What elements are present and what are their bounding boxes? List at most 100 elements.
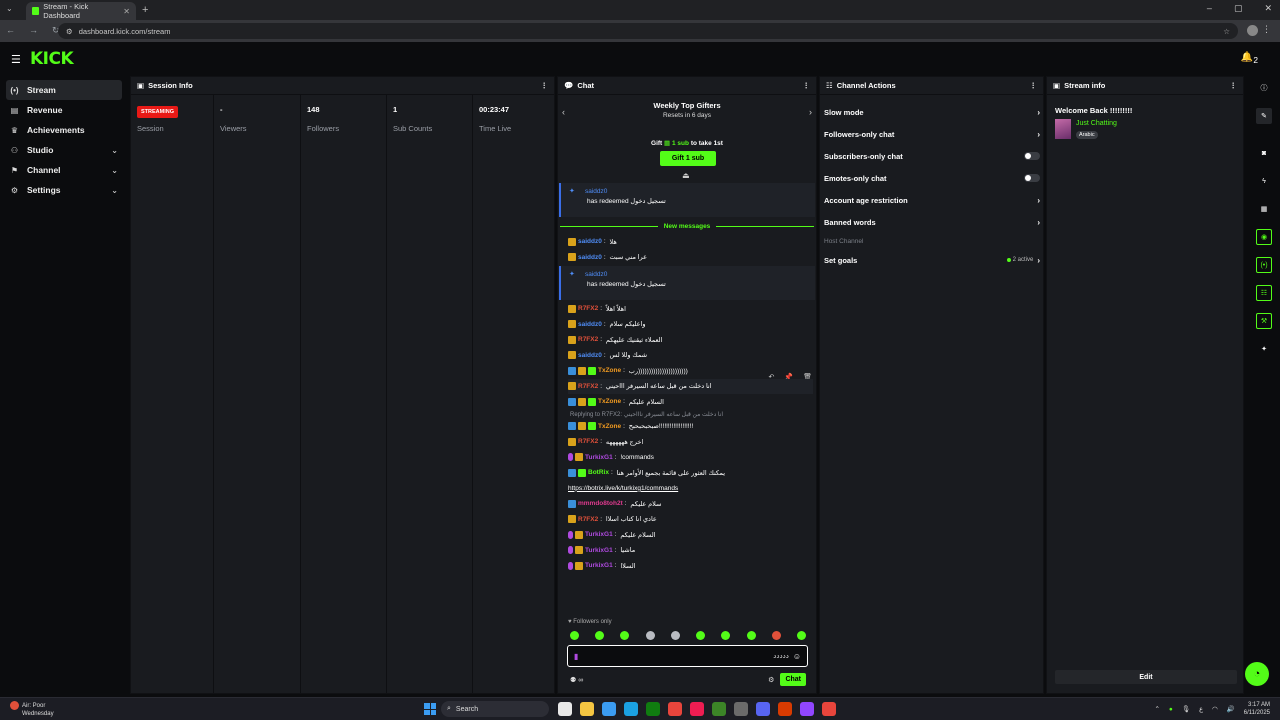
chat-message[interactable]: TxZone: صبحبحبحبح!!!!!!!!!!!!!!!!!!! xyxy=(568,419,813,435)
reply-context[interactable]: Replying to R7FX2: انا دخلت من قبل ساعه … xyxy=(568,410,813,419)
chat-username[interactable]: TurkixG1 xyxy=(585,547,613,554)
gift-sub-button[interactable]: Gift 1 sub xyxy=(660,151,716,166)
store-icon[interactable] xyxy=(602,702,616,716)
sidebar-item-achievements[interactable]: ♛ Achievements xyxy=(6,120,122,140)
sidebar-item-channel[interactable]: ⚑ Channel ⌄ xyxy=(6,160,122,180)
action-account-age[interactable]: Account age restriction › xyxy=(824,193,1040,207)
chat-username[interactable]: saiddz0 xyxy=(578,321,602,328)
chat-message[interactable]: BotRix: يمكنك العثور على قائمة بجميع الأ… xyxy=(568,465,813,481)
bookmark-star-icon[interactable]: ☆ xyxy=(1223,27,1230,36)
chat-username[interactable]: TurkixG1 xyxy=(585,562,613,569)
chat-message[interactable]: saiddz0: واعليكم سلام xyxy=(568,317,813,333)
emote-icon[interactable] xyxy=(696,631,706,640)
discord-icon[interactable] xyxy=(756,702,770,716)
forward-icon[interactable]: → xyxy=(29,25,38,36)
notifications-icon[interactable]: 🔔2 xyxy=(1241,52,1258,65)
kebab-menu-icon[interactable]: ⋮ xyxy=(541,81,549,90)
chat-message[interactable]: TxZone: رب))))))))))))))))))))))) xyxy=(568,363,813,379)
maximize-icon[interactable]: ▢ xyxy=(1234,3,1243,14)
stream-category[interactable]: Just Chatting xyxy=(1076,120,1117,127)
chat-message[interactable]: mmmdo8toh2t: سلام عليكم xyxy=(568,496,813,512)
chat-input[interactable]: ▮ ددددد ☺ xyxy=(567,645,808,667)
task-view-icon[interactable] xyxy=(558,702,572,716)
chevron-down-icon[interactable]: ⌄ xyxy=(111,146,118,155)
wrench-icon[interactable]: ⚒ xyxy=(1256,313,1272,329)
kebab-menu-icon[interactable]: ⋮ xyxy=(803,81,811,90)
lightning-icon[interactable]: ϟ xyxy=(1256,173,1272,189)
chat-username[interactable]: mmmdo8toh2t xyxy=(578,500,623,507)
chat-send-button[interactable]: Chat xyxy=(780,673,806,686)
chevron-down-icon[interactable]: ⌄ xyxy=(111,186,118,195)
chat-message[interactable]: saiddz0: هلا xyxy=(568,234,813,250)
sidebar-item-revenue[interactable]: ▤ Revenue xyxy=(6,100,122,120)
emote-icon[interactable] xyxy=(645,631,655,640)
chat-username[interactable]: BotRix xyxy=(588,469,609,476)
hamburger-menu-icon[interactable]: ☰ xyxy=(11,53,21,66)
redeem-user[interactable]: saiddz0 xyxy=(571,188,807,195)
emote-icon[interactable] xyxy=(796,631,806,640)
url-input[interactable]: ⚙ dashboard.kick.com/stream ☆ xyxy=(58,23,1238,39)
keyboard-language[interactable]: ع xyxy=(1199,705,1203,713)
new-tab-icon[interactable]: + xyxy=(142,4,148,16)
windows-start-icon[interactable] xyxy=(424,703,436,715)
info-icon[interactable]: ⓘ xyxy=(1256,80,1272,96)
taskbar-search[interactable]: ⌕ Search xyxy=(441,701,549,717)
close-window-icon[interactable]: ✕ xyxy=(1264,3,1272,14)
emote-icon[interactable] xyxy=(746,631,756,640)
chat-message[interactable]: R7FX2: عادي انا كتاب اسلاا xyxy=(568,512,813,528)
xbox-icon[interactable] xyxy=(646,702,660,716)
chat-username[interactable]: saiddz0 xyxy=(578,254,602,261)
chat-username[interactable]: TxZone xyxy=(598,367,621,374)
gift-icon[interactable]: ▦ xyxy=(1256,201,1272,217)
app-icon[interactable] xyxy=(778,702,792,716)
kebab-menu-icon[interactable]: ⋮ xyxy=(1230,81,1238,90)
chat-message[interactable]: saiddz0: شمك وللا لس xyxy=(568,348,813,364)
chevron-down-icon[interactable]: ⌄ xyxy=(111,166,118,175)
botrix-link[interactable]: https://botrix.live/k/turkixg1/commands xyxy=(568,485,678,492)
file-explorer-icon[interactable] xyxy=(580,702,594,716)
chat-username[interactable]: TurkixG1 xyxy=(585,531,613,538)
chat-message[interactable]: R7FX2: اخرج ههههههه xyxy=(568,434,813,450)
site-info-icon[interactable]: ⚙ xyxy=(66,27,73,36)
chat-username[interactable]: saiddz0 xyxy=(578,238,602,245)
browser-tab[interactable]: Stream - Kick Dashboard ✕ xyxy=(26,2,136,20)
tray-app-icon[interactable]: ● xyxy=(1169,706,1173,713)
emote-icon[interactable] xyxy=(771,631,781,640)
chat-message[interactable]: saiddz0: عرا مني سبت xyxy=(568,250,813,266)
tiktok-icon[interactable] xyxy=(690,702,704,716)
edge-icon[interactable] xyxy=(624,702,638,716)
emoji-icon[interactable]: ☺ xyxy=(793,652,801,661)
chat-message[interactable]: R7FX2: اهلاً اهلاً xyxy=(568,301,813,317)
clock[interactable]: 3:17 AM 6/11/2025 xyxy=(1244,701,1270,717)
chat-username[interactable]: R7FX2 xyxy=(578,383,598,390)
edit-stream-info-button[interactable]: Edit xyxy=(1055,670,1237,684)
chat-username[interactable]: saiddz0 xyxy=(578,352,602,359)
chat-username[interactable]: R7FX2 xyxy=(578,336,598,343)
chat-username[interactable]: TxZone xyxy=(598,423,621,430)
broadcast-icon[interactable]: (•) xyxy=(1256,257,1272,273)
list-icon[interactable]: ☷ xyxy=(1256,285,1272,301)
chat-username[interactable]: TurkixG1 xyxy=(585,454,613,461)
browser-menu-icon[interactable]: ⋮ xyxy=(1262,24,1271,35)
emote-icon[interactable] xyxy=(670,631,680,640)
chat-message[interactable]: TurkixG1: السلاا xyxy=(568,558,813,574)
action-set-goals[interactable]: Set goals 2 active › xyxy=(824,253,1040,267)
action-followers-only[interactable]: Followers-only chat › xyxy=(824,127,1040,141)
chat-username[interactable]: TxZone xyxy=(598,398,621,405)
app-icon[interactable] xyxy=(800,702,814,716)
emote-icon[interactable] xyxy=(721,631,731,640)
back-icon[interactable]: ← xyxy=(6,25,15,36)
tab-close-icon[interactable]: ✕ xyxy=(123,7,130,16)
profile-avatar[interactable] xyxy=(1247,25,1258,36)
pencil-icon[interactable]: ✎ xyxy=(1256,108,1272,124)
emote-icon[interactable] xyxy=(620,631,630,640)
chat-message[interactable]: TurkixG1: السلام عليكم xyxy=(568,527,813,543)
camera-icon[interactable]: ◙ xyxy=(1256,145,1272,161)
minimize-icon[interactable]: – xyxy=(1207,3,1212,14)
chat-username[interactable]: R7FX2 xyxy=(578,516,598,523)
chat-username[interactable]: R7FX2 xyxy=(578,438,598,445)
redeem-user[interactable]: saiddz0 xyxy=(571,271,807,278)
subscribers-only-toggle[interactable] xyxy=(1024,152,1040,160)
chat-settings-gear-icon[interactable]: ⚙ xyxy=(768,676,774,684)
emote-icon[interactable] xyxy=(570,631,579,640)
